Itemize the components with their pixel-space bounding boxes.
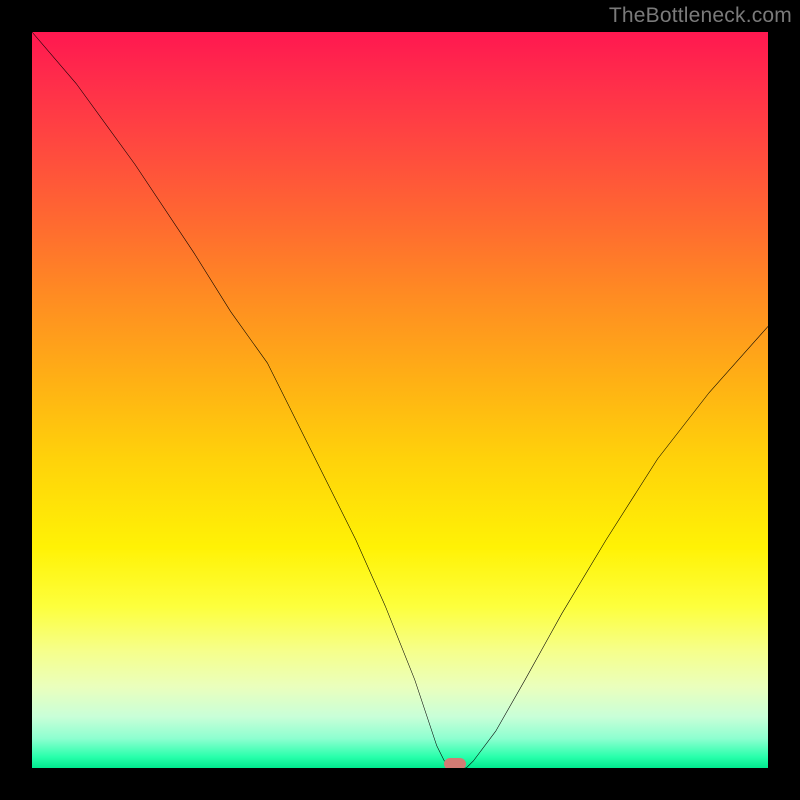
chart-frame: TheBottleneck.com [0, 0, 800, 800]
bottleneck-curve [32, 32, 768, 768]
optimum-marker [444, 758, 466, 768]
watermark-text: TheBottleneck.com [609, 4, 792, 28]
plot-area [32, 32, 768, 768]
